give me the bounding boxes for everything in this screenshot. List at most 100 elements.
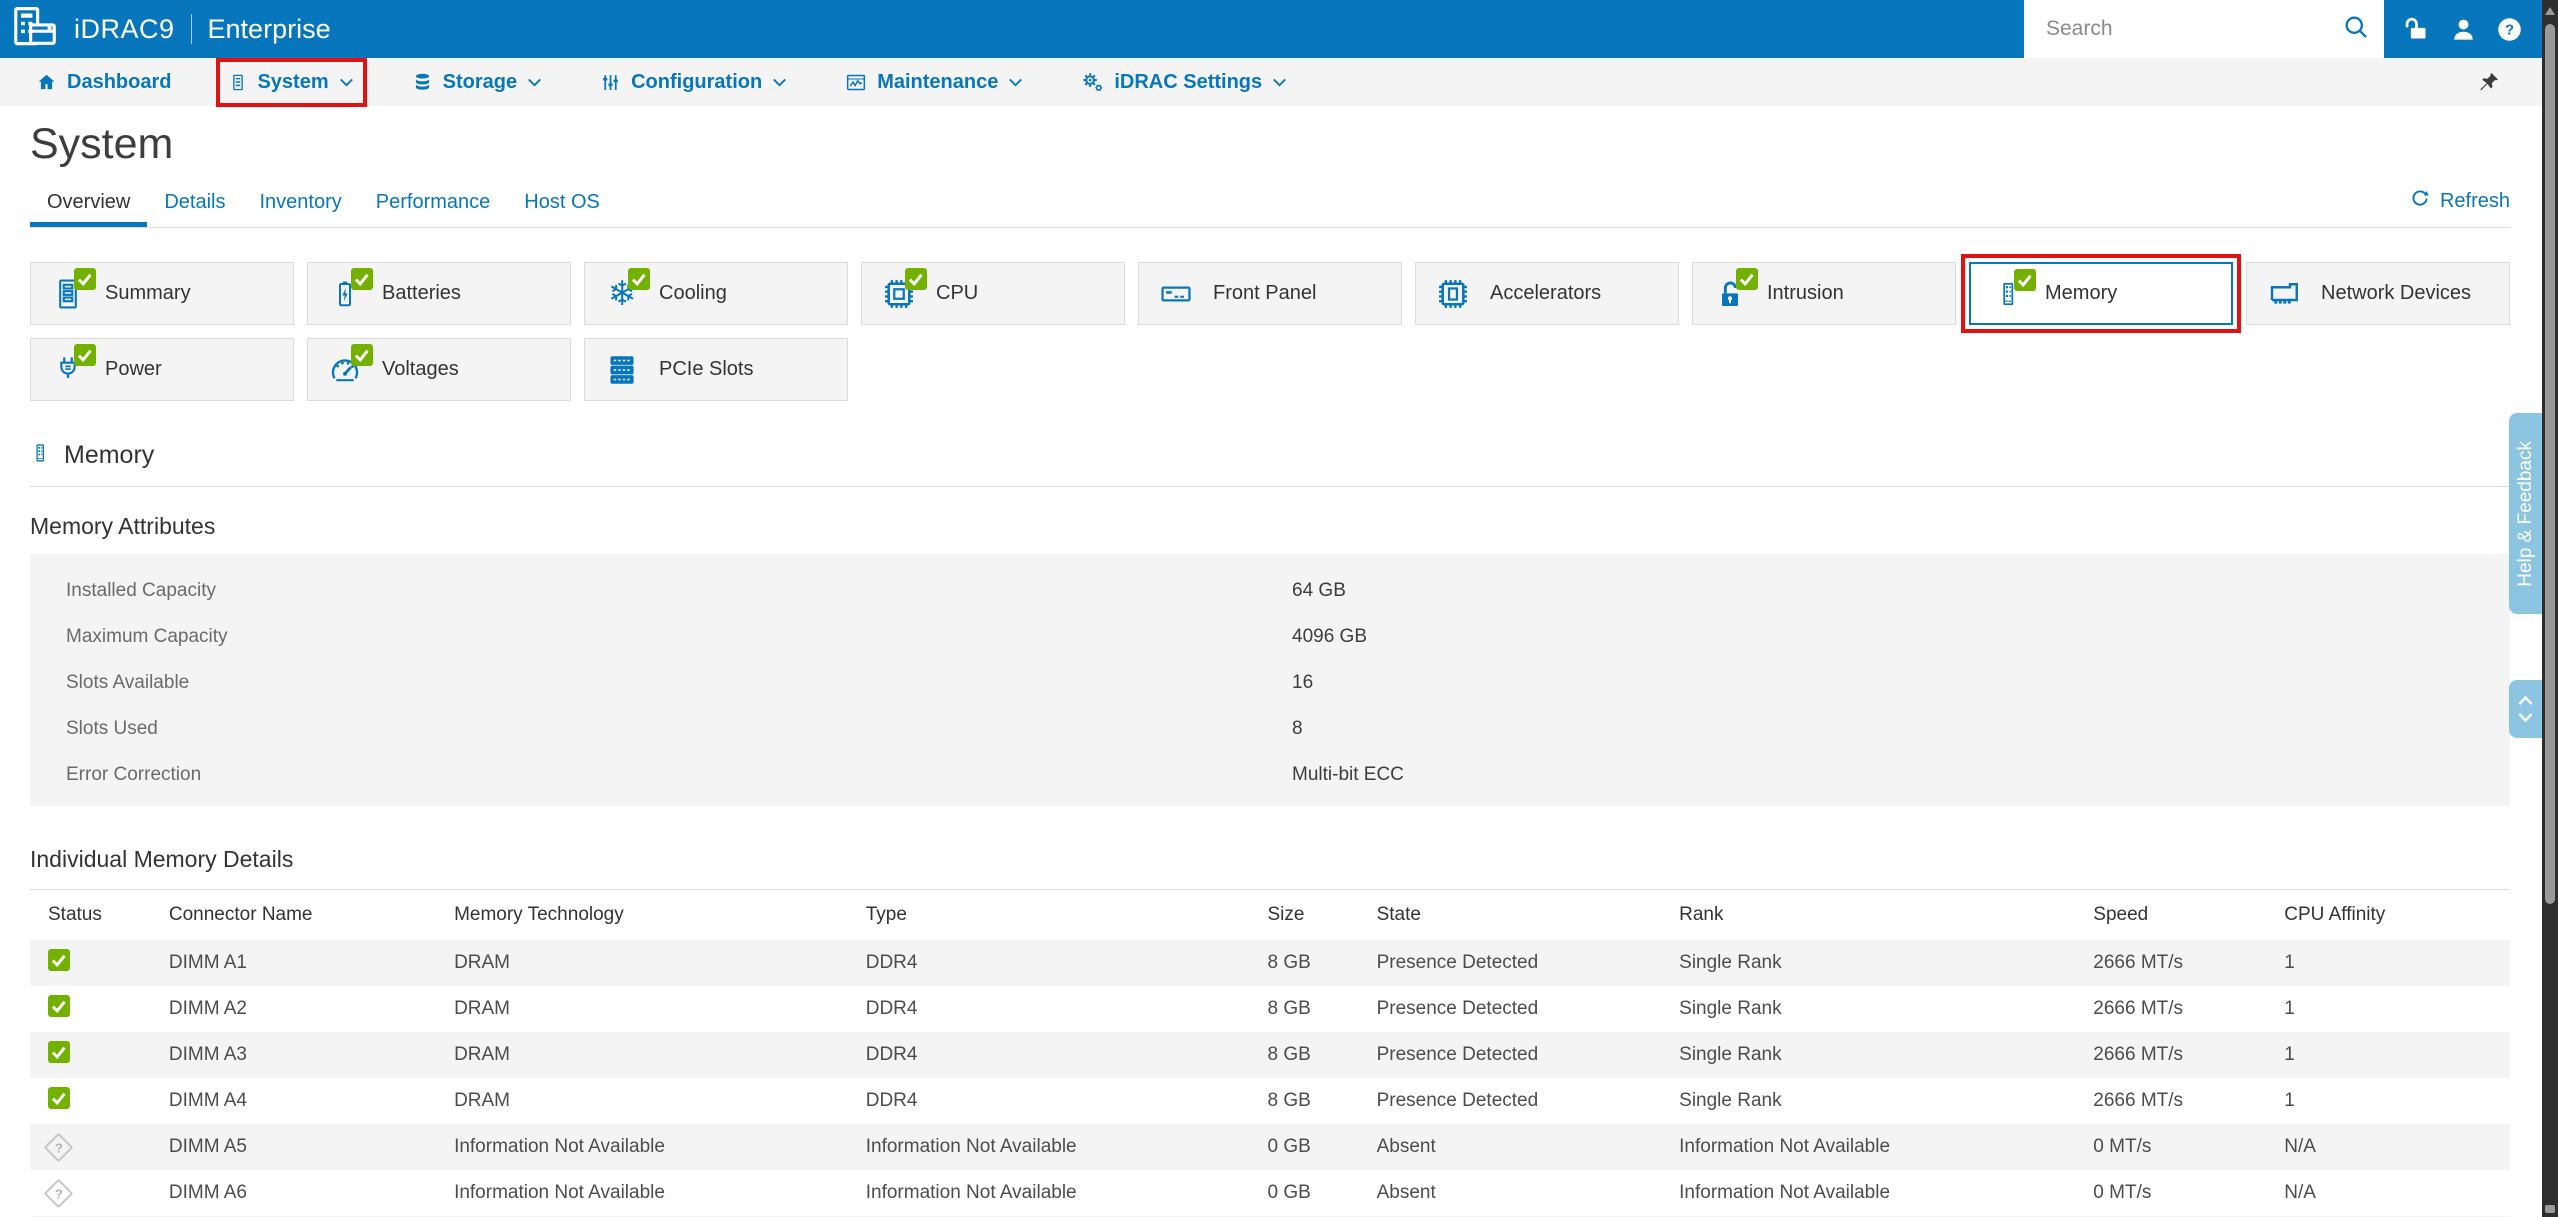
status-unknown-icon: ? [44,1132,74,1162]
tab-performance[interactable]: Performance [359,185,508,227]
column-header-size: Size [1267,904,1376,926]
cell-memory-technology: DRAM [454,998,866,1020]
tile-accelerators[interactable]: Accelerators [1415,262,1679,325]
chevron-up-icon [2517,695,2534,706]
attribute-value: 16 [1292,672,2510,694]
attribute-value: Multi-bit ECC [1292,764,2510,786]
tile-network-devices[interactable]: Network Devices [2246,262,2510,325]
nav-item-label: iDRAC Settings [1114,71,1262,94]
masthead-right: ? [2024,0,2542,58]
cell-state: Presence Detected [1377,952,1680,974]
search-icon[interactable] [2342,13,2370,46]
nav-item-dashboard[interactable]: Dashboard [36,71,171,94]
network-card-icon [2265,275,2303,313]
search-box[interactable] [2024,0,2384,58]
nav-item-system[interactable]: System [229,71,353,94]
chevron-down-icon [1272,76,1287,89]
refresh-button[interactable]: Refresh [2409,187,2510,227]
nav-item-idrac-settings[interactable]: iDRAC Settings [1081,71,1287,94]
tile-front-panel[interactable]: Front Panel [1138,262,1402,325]
status-ok-icon [48,1087,70,1115]
tile-summary[interactable]: Summary [30,262,294,325]
cell-rank: Single Rank [1679,1090,2093,1112]
unlock-icon[interactable] [2403,16,2430,43]
cell-size: 0 GB [1267,1136,1376,1158]
table-row: DIMM A1DRAMDDR48 GBPresence DetectedSing… [30,940,2510,986]
nav-item-label: Maintenance [877,71,998,94]
scrollbar-up-arrow-icon[interactable] [2545,7,2555,15]
refresh-label: Refresh [2440,190,2510,213]
cell-rank: Information Not Available [1679,1136,2093,1158]
status-unknown-icon: ? [44,1178,74,1208]
memory-section-title: Memory [64,441,154,470]
tile-label: Power [105,358,162,381]
chevron-down-icon [2517,712,2534,723]
status-ok-icon [48,995,70,1023]
section-divider [30,486,2510,487]
attribute-label: Installed Capacity [66,580,1292,602]
browser-scrollbar[interactable] [2542,0,2558,1217]
tab-host-os[interactable]: Host OS [507,185,617,227]
scrollbar-down-button[interactable] [2545,1205,2555,1213]
nav-item-maintenance[interactable]: Maintenance [845,71,1023,94]
tile-cooling[interactable]: ❄Cooling [584,262,848,325]
scrollbar-thumb[interactable] [2545,24,2555,904]
status-cell [30,1087,169,1115]
tile-pcie-slots[interactable]: PCIe Slots [584,338,848,401]
tile-cpu[interactable]: CPU [861,262,1125,325]
cell-connector-name: DIMM A4 [169,1090,454,1112]
search-input[interactable] [2024,16,2342,42]
memory-attributes-panel: Installed Capacity64 GBMaximum Capacity4… [30,554,2510,806]
help-feedback-tab[interactable]: Help & Feedback [2509,413,2542,614]
tab-overview[interactable]: Overview [30,185,147,227]
status-ok-icon [48,1041,70,1069]
memory-dimm-icon [30,439,50,472]
cell-size: 0 GB [1267,1182,1376,1204]
tile-intrusion[interactable]: Intrusion [1692,262,1956,325]
cell-rank: Single Rank [1679,998,2093,1020]
tile-memory[interactable]: Memory [1969,262,2233,325]
tab-details[interactable]: Details [147,185,242,227]
tile-label: Cooling [659,282,727,305]
status-ok-icon [74,344,96,371]
memory-attributes-title: Memory Attributes [30,513,2510,540]
pin-page-icon[interactable] [2477,71,2500,99]
nav-config-sliders-icon [600,72,621,93]
attribute-label: Slots Used [66,718,1292,740]
cell-state: Presence Detected [1377,1044,1680,1066]
cell-rank: Single Rank [1679,1044,2093,1066]
cell-rank: Information Not Available [1679,1182,2093,1204]
cell-cpu-affinity: 1 [2284,998,2510,1020]
cell-rank: Single Rank [1679,952,2093,974]
tile-voltages[interactable]: Voltages [307,338,571,401]
status-ok-icon [628,268,650,295]
brand: iDRAC9 Enterprise [0,6,331,53]
tile-label: Batteries [382,282,461,305]
tile-label: Network Devices [2321,282,2471,305]
memory-details-title: Individual Memory Details [30,846,2510,873]
idrac-app: iDRAC9 Enterprise [0,0,2558,1217]
refresh-icon [2409,187,2431,215]
cell-memory-technology: DRAM [454,1044,866,1066]
column-header-type: Type [866,904,1268,926]
health-tiles: Summary Batteries ❄CoolingCPUFront PanelAc… [30,262,2510,401]
license-edition: Enterprise [208,14,331,45]
nav-item-storage[interactable]: Storage [412,71,542,94]
page-scroll-widget[interactable] [2509,680,2542,738]
cell-state: Absent [1377,1182,1680,1204]
chevron-down-icon [1008,76,1023,89]
nav-item-configuration[interactable]: Configuration [600,71,787,94]
tab-inventory[interactable]: Inventory [243,185,359,227]
attribute-row-slots-available: Slots Available16 [30,660,2510,706]
help-icon[interactable]: ? [2496,16,2523,43]
attribute-label: Error Correction [66,764,1292,786]
tabs-row: OverviewDetailsInventoryPerformanceHost … [30,185,2510,228]
user-icon[interactable] [2450,16,2477,43]
cell-connector-name: DIMM A2 [169,998,454,1020]
cell-type: DDR4 [866,952,1268,974]
status-cell: ? [30,1137,169,1158]
cell-cpu-affinity: 1 [2284,952,2510,974]
tile-batteries[interactable]: Batteries [307,262,571,325]
cell-cpu-affinity: 1 [2284,1044,2510,1066]
tile-power[interactable]: Power [30,338,294,401]
